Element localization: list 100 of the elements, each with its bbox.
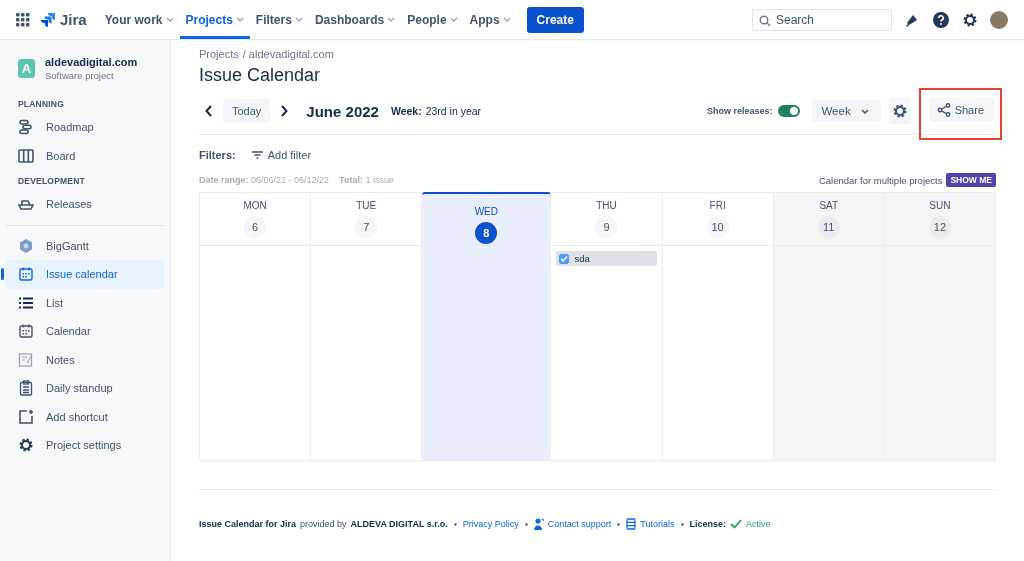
product-name[interactable]: Jira — [60, 11, 87, 28]
weekday-label: SAT — [819, 200, 839, 211]
week-value: 23rd in year — [425, 105, 482, 117]
sidebar-item[interactable]: Notes — [6, 345, 164, 374]
sidebar-item[interactable]: Roadmap — [6, 113, 164, 142]
total-text: Total: 1 issue — [339, 175, 394, 185]
sidebar-item[interactable]: Calendar — [6, 317, 164, 346]
weekday-label: FRI — [709, 200, 726, 211]
chevron-down-icon — [235, 17, 244, 22]
weekday-label: SUN — [929, 200, 951, 211]
footer-text: provided by — [300, 519, 347, 529]
weekday-label: MON — [243, 200, 267, 211]
chevron-down-icon — [387, 17, 396, 22]
weekday-label: THU — [596, 200, 617, 211]
weekday-label: WED — [474, 206, 498, 217]
promo-text: Calendar for multiple projects — [818, 174, 943, 186]
day-number: 12 — [928, 216, 951, 238]
day-number: 7 — [355, 216, 378, 238]
sidebar-item[interactable]: Project settings — [6, 431, 164, 460]
page-title: Issue Calendar — [199, 65, 322, 86]
add-filter-button[interactable]: Add filter — [245, 148, 318, 162]
sidebar-item[interactable]: BigGantt — [6, 231, 164, 260]
sidebar-item[interactable]: Daily standup — [6, 374, 164, 403]
checkmark-icon — [730, 519, 743, 529]
separator-dot — [524, 522, 528, 526]
separator-dot — [453, 522, 457, 526]
day-number: 9 — [595, 216, 618, 238]
roadmap-icon — [18, 119, 34, 136]
footer-company: ALDEVA DIGITAL s.r.o. — [350, 519, 448, 529]
show-me-button[interactable]: SHOW ME — [946, 173, 996, 187]
separator-dot — [680, 522, 684, 526]
day-number: 10 — [706, 216, 729, 238]
calendar-icon — [18, 323, 34, 340]
chevron-right-icon — [280, 105, 289, 117]
issue-card[interactable]: sda — [556, 251, 657, 266]
calendar-icon — [18, 266, 34, 283]
help-icon[interactable] — [932, 10, 950, 29]
settings-icon — [891, 103, 908, 119]
license-status: Active — [746, 519, 771, 529]
issue-title: sda — [574, 253, 590, 264]
chevron-down-icon — [860, 108, 869, 114]
day-number: 11 — [817, 216, 840, 238]
day-number: 6 — [244, 216, 267, 238]
settings-icon — [18, 437, 34, 454]
releases-toggle[interactable] — [778, 105, 801, 117]
week-label: Week: — [390, 105, 422, 117]
share-icon — [936, 103, 951, 117]
avatar[interactable] — [990, 10, 1008, 29]
board-icon — [18, 147, 34, 164]
add-shortcut-icon — [18, 408, 34, 425]
clipboard-icon — [18, 380, 34, 397]
today-button[interactable]: Today — [223, 99, 271, 123]
nav-menu[interactable]: Filters — [249, 0, 309, 39]
date-range-text: Date range: 06/06/22 - 06/12/22 — [199, 175, 330, 185]
separator-dot — [617, 522, 621, 526]
sidebar-item[interactable]: Releases — [6, 190, 164, 219]
sidebar-item[interactable]: Board — [6, 141, 164, 170]
breadcrumb-link[interactable]: Projects — [199, 48, 239, 60]
breadcrumb-link[interactable]: / aldevadigital.com — [242, 48, 334, 60]
logo-icon — [40, 11, 56, 28]
settings-button[interactable] — [888, 98, 911, 124]
nav-menu[interactable]: Projects — [179, 0, 250, 39]
search-icon — [759, 14, 771, 27]
sidebar-item[interactable]: List — [6, 288, 164, 317]
project-type: Software project — [45, 70, 115, 81]
period-title: June 2022 — [306, 102, 379, 120]
nav-menu[interactable]: Apps — [463, 0, 517, 39]
app-grid-icon[interactable] — [16, 12, 30, 27]
hexagon-icon — [18, 237, 34, 254]
footer-product: Issue Calendar for Jira — [199, 519, 297, 529]
project-avatar: A — [18, 59, 35, 78]
chevron-down-icon — [449, 17, 458, 22]
section-heading: DEVELOPMENT — [17, 176, 86, 186]
license-label: License: — [689, 519, 727, 529]
footer-link[interactable]: Privacy Policy — [462, 519, 519, 529]
chevron-down-icon — [502, 17, 511, 22]
nav-menu[interactable]: Dashboards — [308, 0, 402, 39]
sidebar-item[interactable]: Add shortcut — [6, 402, 164, 431]
view-dropdown[interactable]: Week — [812, 100, 881, 122]
chevron-left-icon — [205, 105, 213, 117]
chevron-down-icon — [294, 17, 303, 22]
project-name[interactable]: aldevadigital.com — [45, 56, 138, 68]
nav-menu[interactable]: Your work — [98, 0, 180, 39]
section-heading: PLANNING — [17, 99, 65, 109]
share-button[interactable]: Share — [928, 98, 994, 122]
person-icon — [533, 518, 544, 530]
nav-menu[interactable]: People — [401, 0, 464, 39]
releases-label: Show releases: — [706, 106, 773, 116]
note-icon — [18, 351, 34, 368]
weekday-label: TUE — [356, 200, 377, 211]
create-button[interactable]: Create — [526, 6, 584, 33]
search-field[interactable]: Search — [752, 8, 892, 31]
day-number: 8 — [475, 222, 498, 244]
footer-link[interactable]: Contact support — [547, 519, 612, 529]
filters-label: Filters: — [199, 149, 236, 161]
footer-link[interactable]: Tutorials — [640, 519, 675, 529]
book-icon — [626, 518, 637, 530]
filter-icon — [251, 151, 263, 159]
chevron-down-icon — [165, 17, 174, 22]
settings-icon[interactable] — [962, 11, 978, 28]
